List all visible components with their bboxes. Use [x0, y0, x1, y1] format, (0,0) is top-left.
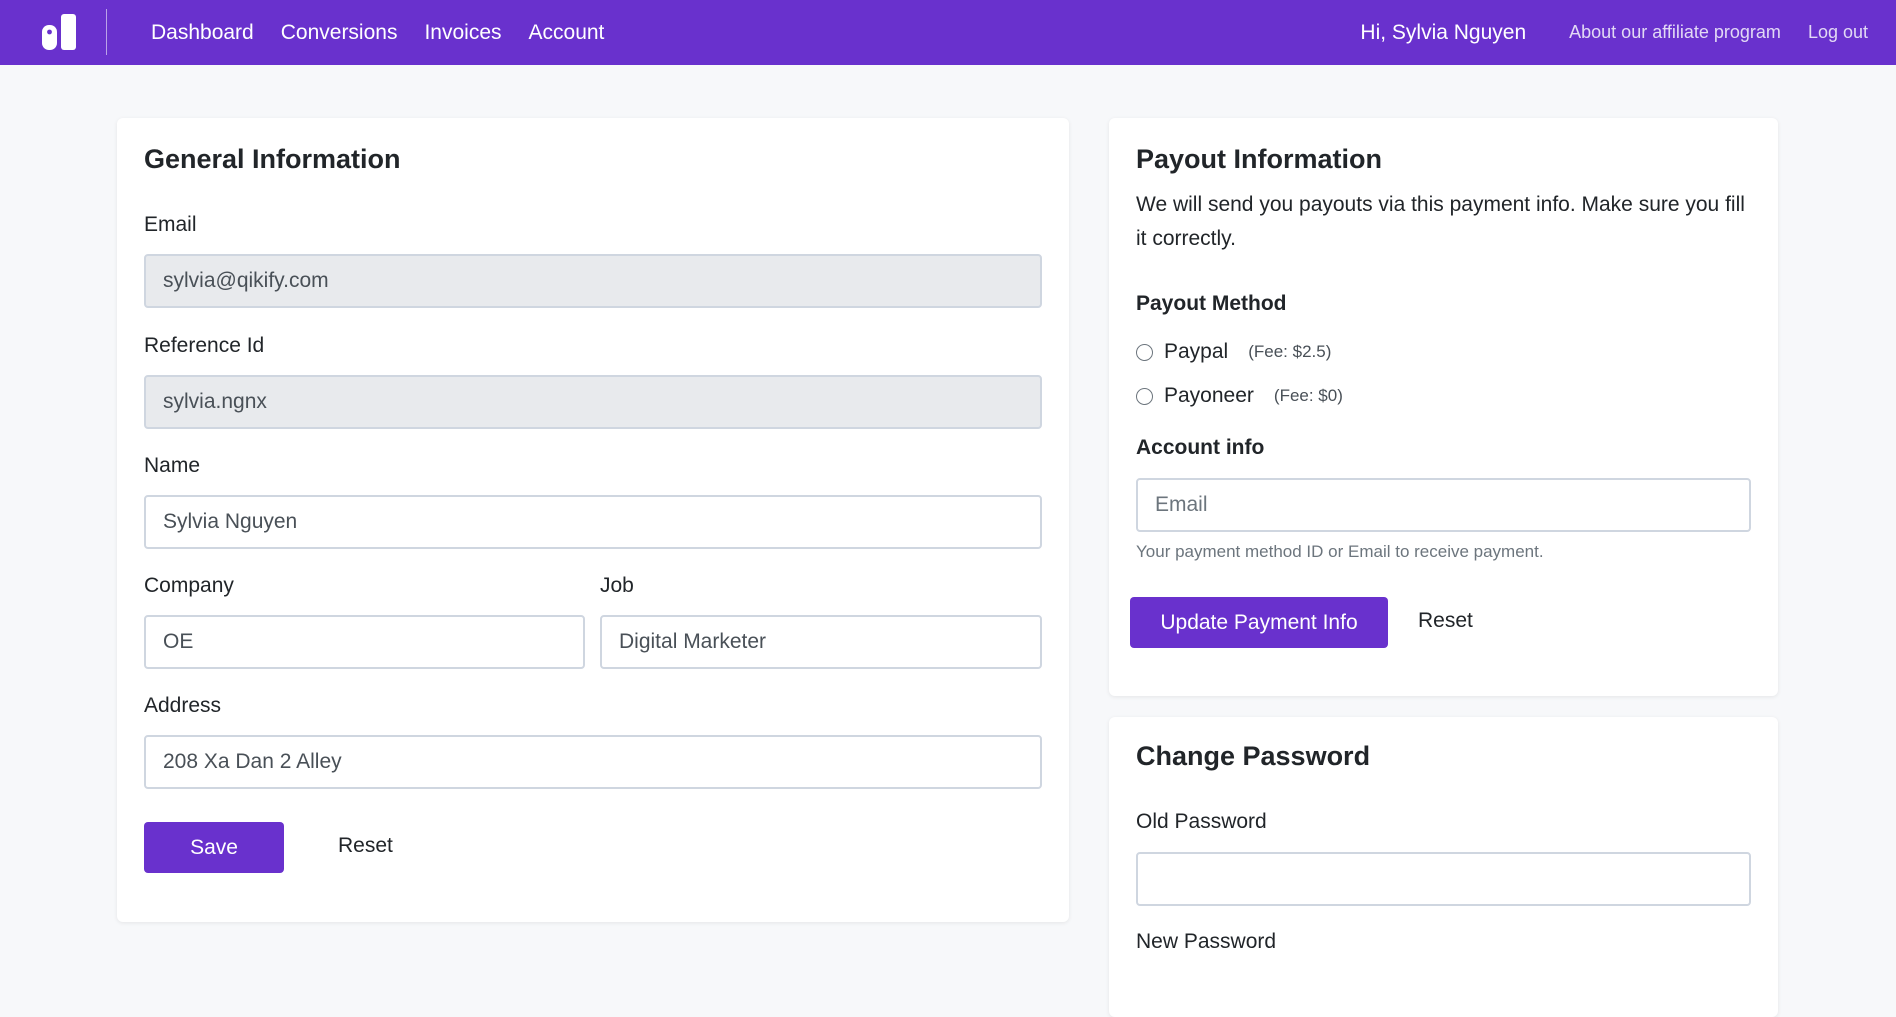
payout-reset-button[interactable]: Reset	[1418, 609, 1473, 633]
account-info-label: Account info	[1136, 436, 1265, 459]
save-button[interactable]: Save	[144, 822, 284, 873]
old-password-label: Old Password	[1136, 810, 1267, 833]
new-password-label: New Password	[1136, 930, 1277, 953]
change-password-title: Change Password	[1136, 741, 1371, 771]
job-field[interactable]	[600, 615, 1042, 669]
email-field[interactable]	[144, 254, 1042, 308]
reference-id-label: Reference Id	[144, 334, 265, 357]
nav-dashboard-link[interactable]: Dashboard	[151, 21, 254, 45]
main-nav: Dashboard Conversions Invoices Account	[151, 0, 604, 65]
company-field[interactable]	[144, 615, 585, 669]
email-label: Email	[144, 213, 197, 236]
affiliate-program-link[interactable]: About our affiliate program	[1569, 22, 1781, 43]
address-label: Address	[144, 694, 222, 717]
old-password-field[interactable]	[1136, 852, 1751, 906]
paypal-radio[interactable]	[1136, 343, 1153, 361]
job-label: Job	[600, 574, 634, 597]
nav-invoices-link[interactable]: Invoices	[424, 21, 501, 45]
nav-conversions-link[interactable]: Conversions	[281, 21, 398, 45]
payout-description: We will send you payouts via this paymen…	[1136, 193, 1745, 250]
payoneer-radio[interactable]	[1136, 387, 1153, 405]
top-navbar: Dashboard Conversions Invoices Account H…	[0, 0, 1896, 65]
nav-account-link[interactable]: Account	[529, 21, 605, 45]
payout-information-card: Payout Information We will send you payo…	[1109, 118, 1778, 696]
paypal-label[interactable]: Paypal	[1164, 340, 1228, 364]
payout-information-title: Payout Information	[1136, 144, 1383, 174]
payoneer-label[interactable]: Payoneer	[1164, 384, 1254, 408]
payout-option-payoneer[interactable]: Payoneer (Fee: $0)	[1136, 381, 1343, 411]
account-info-input[interactable]	[1136, 478, 1751, 532]
payoneer-fee: (Fee: $0)	[1273, 386, 1343, 405]
payout-method-label: Payout Method	[1136, 292, 1287, 315]
nav-user-area: Hi, Sylvia Nguyen About our affiliate pr…	[1360, 0, 1896, 65]
account-info-help: Your payment method ID or Email to recei…	[1136, 542, 1544, 561]
general-information-card: General Information Email Reference Id N…	[117, 118, 1069, 922]
address-field[interactable]	[144, 735, 1042, 789]
general-reset-button[interactable]: Reset	[338, 834, 393, 858]
name-field[interactable]	[144, 495, 1042, 549]
general-information-title: General Information	[144, 144, 401, 174]
logout-link[interactable]: Log out	[1808, 22, 1868, 43]
payout-option-paypal[interactable]: Paypal (Fee: $2.5)	[1136, 337, 1331, 367]
paypal-fee: (Fee: $2.5)	[1248, 342, 1332, 361]
name-label: Name	[144, 454, 201, 477]
company-label: Company	[144, 574, 234, 597]
change-password-card: Change Password Old Password New Passwor…	[1109, 717, 1778, 1017]
update-payment-info-button[interactable]: Update Payment Info	[1130, 597, 1388, 648]
user-greeting: Hi, Sylvia Nguyen	[1360, 20, 1527, 44]
app-logo-icon[interactable]	[42, 14, 76, 50]
reference-id-field[interactable]	[144, 375, 1042, 429]
nav-divider	[106, 9, 107, 55]
